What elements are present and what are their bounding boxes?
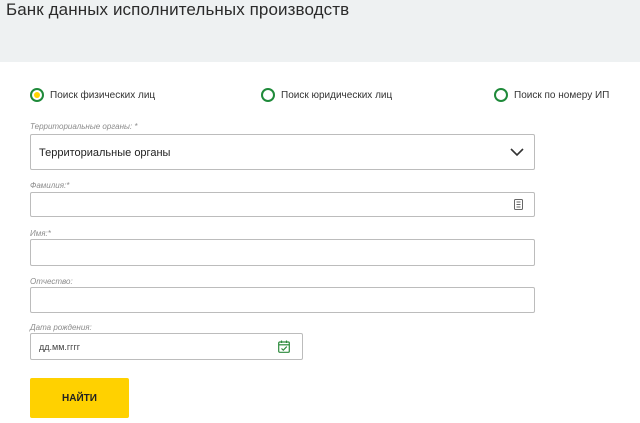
radio-label: Поиск по номеру ИП	[514, 89, 610, 101]
search-mode-group: Поиск физических лиц Поиск юридических л…	[0, 88, 640, 106]
radio-ip-number[interactable]: Поиск по номеру ИП	[494, 88, 609, 102]
patronymic-field[interactable]	[30, 287, 535, 313]
territorial-select[interactable]: Территориальные органы	[30, 134, 535, 170]
surname-input[interactable]	[31, 193, 534, 216]
territorial-label: Территориальные органы: *	[30, 122, 138, 131]
name-field[interactable]	[30, 239, 535, 266]
chevron-down-icon	[510, 148, 524, 157]
calendar-icon[interactable]	[278, 340, 290, 353]
dob-field[interactable]: дд.мм.гггг	[30, 333, 303, 360]
radio-legal-entities[interactable]: Поиск юридических лиц	[261, 88, 392, 102]
dob-label: Дата рождения:	[30, 323, 92, 332]
surname-label: Фамилия:*	[30, 181, 70, 190]
name-label: Имя:*	[30, 229, 51, 238]
radio-label: Поиск физических лиц	[50, 89, 156, 101]
radio-circle-icon	[261, 88, 275, 102]
find-button[interactable]: НАЙТИ	[30, 378, 129, 418]
surname-field[interactable]	[30, 192, 535, 217]
radio-circle-icon	[30, 88, 44, 102]
territorial-select-value: Территориальные органы	[39, 147, 171, 159]
patronymic-label: Отчество:	[30, 277, 73, 286]
patronymic-input[interactable]	[31, 288, 534, 312]
name-input[interactable]	[31, 240, 534, 265]
radio-individuals[interactable]: Поиск физических лиц	[30, 88, 155, 102]
dob-placeholder: дд.мм.гггг	[39, 342, 81, 352]
contact-card-icon	[514, 199, 523, 210]
radio-label: Поиск юридических лиц	[281, 89, 393, 101]
radio-circle-icon	[494, 88, 508, 102]
page-title: Банк данных исполнительных производств	[6, 0, 350, 19]
